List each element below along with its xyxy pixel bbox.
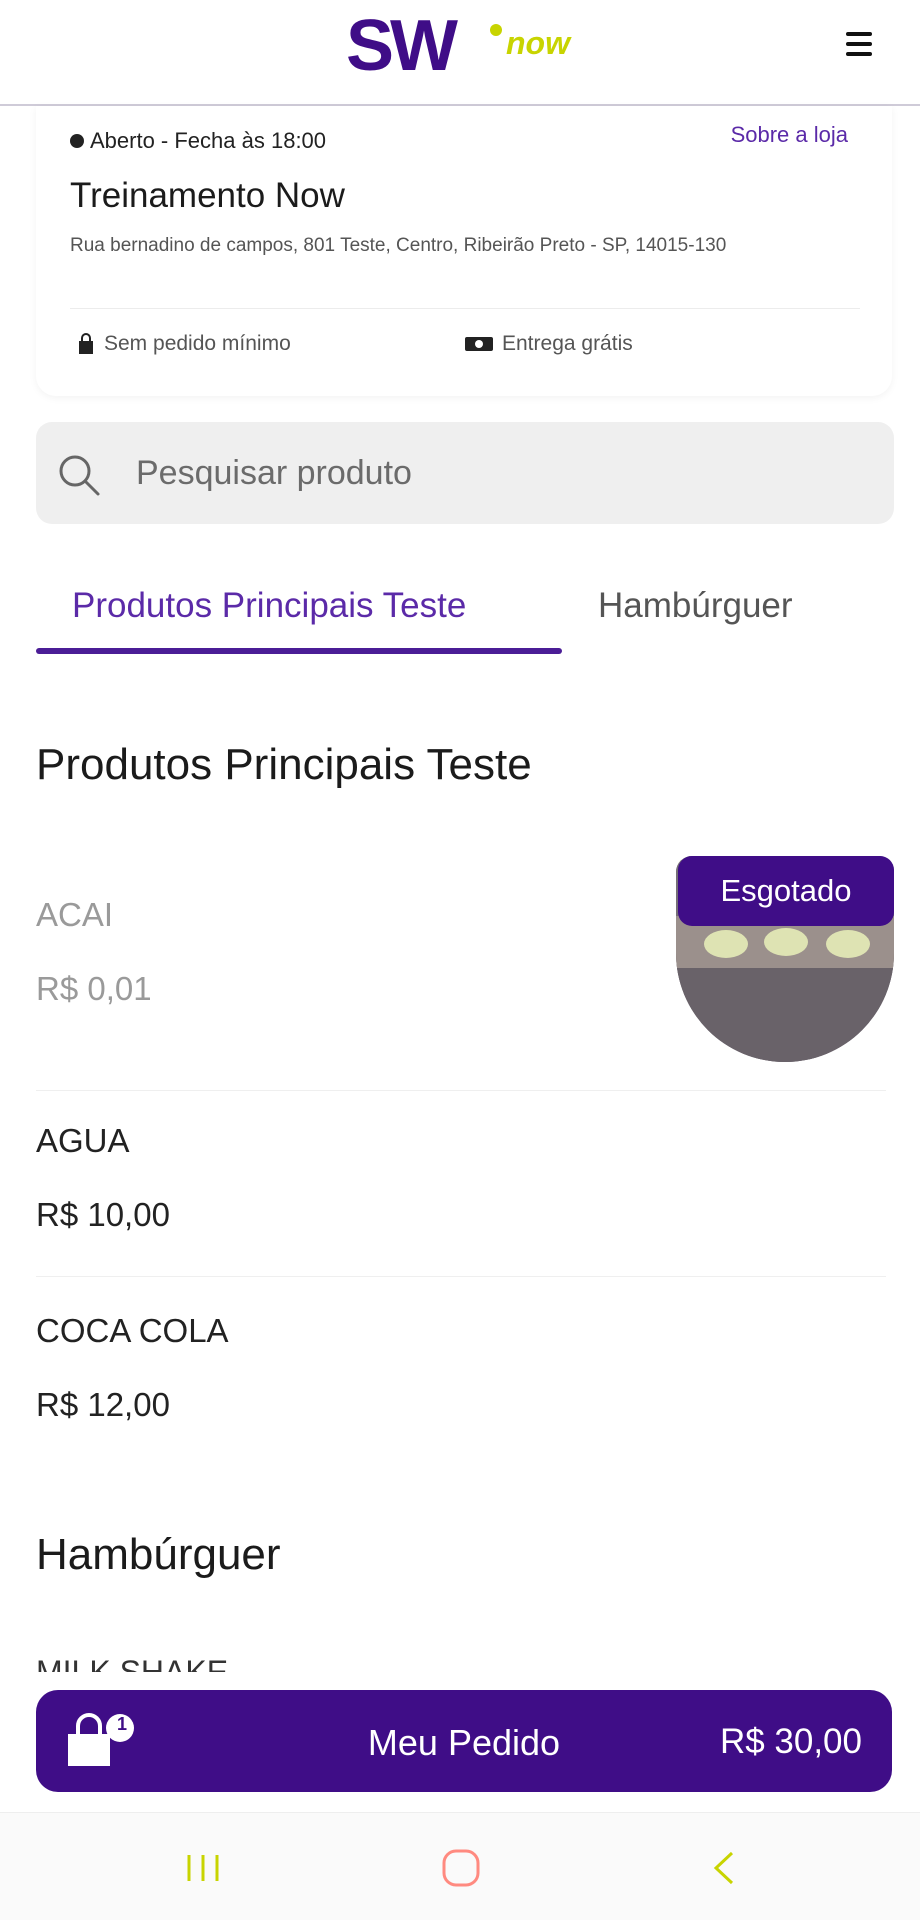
row-divider — [36, 1276, 886, 1277]
recent-apps-icon[interactable] — [178, 1843, 228, 1893]
product-item-agua[interactable]: AGUA R$ 10,00 — [36, 1122, 886, 1234]
min-order-info: Sem pedido mínimo — [76, 332, 291, 356]
store-address: Rua bernadino de campos, 801 Teste, Cent… — [70, 235, 727, 256]
hamburger-menu-icon[interactable] — [846, 24, 886, 64]
active-tab-indicator — [36, 648, 562, 654]
card-divider — [70, 308, 860, 309]
svg-text:SW: SW — [346, 10, 458, 80]
product-price: R$ 12,00 — [36, 1386, 170, 1423]
search-bar[interactable] — [36, 422, 894, 524]
store-status-text: Aberto - Fecha às 18:00 — [90, 128, 327, 153]
min-order-text: Sem pedido mínimo — [104, 332, 291, 355]
bag-icon — [79, 333, 93, 354]
sold-out-badge: Esgotado — [678, 856, 894, 926]
category-tabs: Produtos Principais Teste Hambúrguer — [0, 560, 920, 656]
app-header: SW now — [0, 0, 920, 106]
sw-now-logo[interactable]: SW now — [346, 10, 586, 80]
product-name: COCA COLA — [36, 1312, 229, 1349]
store-status: Aberto - Fecha às 18:00 — [70, 128, 326, 154]
money-icon — [465, 337, 493, 351]
my-order-button[interactable]: 1 Meu Pedido R$ 30,00 — [36, 1690, 892, 1792]
row-divider — [36, 1090, 886, 1091]
delivery-info: Entrega grátis — [464, 332, 633, 356]
product-item-coca-cola[interactable]: COCA COLA R$ 12,00 — [36, 1312, 886, 1424]
store-info-card: Aberto - Fecha às 18:00 Sobre a loja Tre… — [36, 106, 892, 396]
about-store-link[interactable]: Sobre a loja — [731, 122, 848, 148]
search-input[interactable] — [136, 448, 836, 498]
tab-produtos-principais[interactable]: Produtos Principais Teste — [72, 586, 466, 626]
tab-hamburguer[interactable]: Hambúrguer — [598, 586, 793, 626]
delivery-text: Entrega grátis — [502, 332, 633, 355]
product-name: AGUA — [36, 1122, 130, 1159]
system-navigation-bar — [0, 1812, 920, 1920]
home-icon[interactable] — [436, 1843, 486, 1893]
svg-text:now: now — [506, 25, 572, 61]
store-name: Treinamento Now — [70, 176, 345, 215]
search-icon — [59, 455, 100, 496]
product-item-milk-shake[interactable]: MILK SHAKE — [36, 1652, 228, 1672]
status-dot-icon — [70, 134, 84, 148]
section-title: Hambúrguer — [36, 1530, 281, 1579]
back-icon[interactable] — [700, 1843, 750, 1893]
section-title: Produtos Principais Teste — [36, 740, 532, 789]
order-total: R$ 30,00 — [719, 1722, 862, 1761]
product-price: R$ 10,00 — [36, 1196, 170, 1233]
